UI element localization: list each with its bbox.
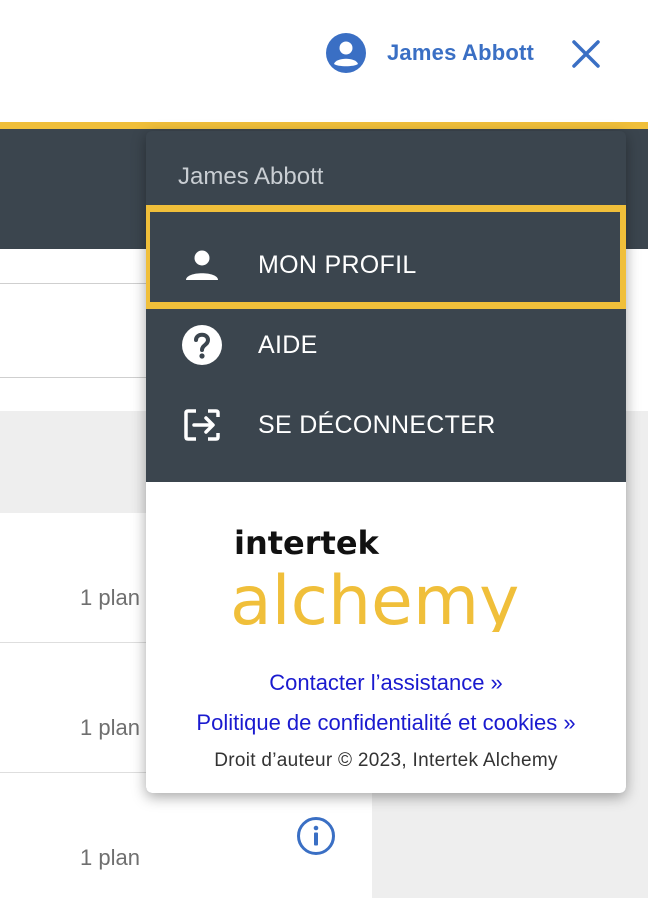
copyright-text: Droit d’auteur © 2023, Intertek Alchemy — [214, 750, 558, 771]
user-account-button[interactable]: James Abbott — [326, 33, 534, 73]
help-icon — [182, 325, 222, 365]
intertek-alchemy-logo: intertek alchemy — [230, 524, 519, 632]
plan-count: 1 plan — [80, 715, 140, 740]
menu-user-name: James Abbott — [178, 163, 324, 190]
privacy-policy-link[interactable]: Politique de confidentialité et cookies … — [146, 710, 626, 736]
top-bar: James Abbott — [0, 0, 648, 122]
logout-icon — [184, 409, 220, 441]
info-icon[interactable] — [296, 816, 336, 856]
accent-divider — [0, 122, 648, 129]
logo-text-bottom: alchemy — [230, 562, 519, 632]
menu-item-label: AIDE — [258, 330, 318, 359]
close-icon[interactable] — [568, 36, 604, 72]
logo-text-top: intertek — [234, 524, 380, 562]
user-name: James Abbott — [387, 40, 535, 65]
menu-item-logout[interactable]: SE DÉCONNECTER — [146, 385, 626, 465]
user-menu-dropdown: James Abbott MON PROFIL AIDE SE DÉCONNEC… — [146, 131, 626, 793]
menu-item-help[interactable]: AIDE — [146, 305, 626, 385]
account-circle-icon — [326, 33, 366, 73]
person-icon — [186, 250, 218, 280]
menu-item-my-profile[interactable]: MON PROFIL — [146, 225, 626, 305]
menu-item-label: SE DÉCONNECTER — [258, 410, 496, 439]
menu-footer: intertek alchemy Contacter l’assistance … — [146, 482, 626, 793]
menu-item-label: MON PROFIL — [258, 250, 417, 279]
contact-support-link[interactable]: Contacter l’assistance » — [146, 670, 626, 696]
plan-count: 1 plan — [80, 845, 140, 870]
plan-count: 1 plan — [80, 585, 140, 610]
